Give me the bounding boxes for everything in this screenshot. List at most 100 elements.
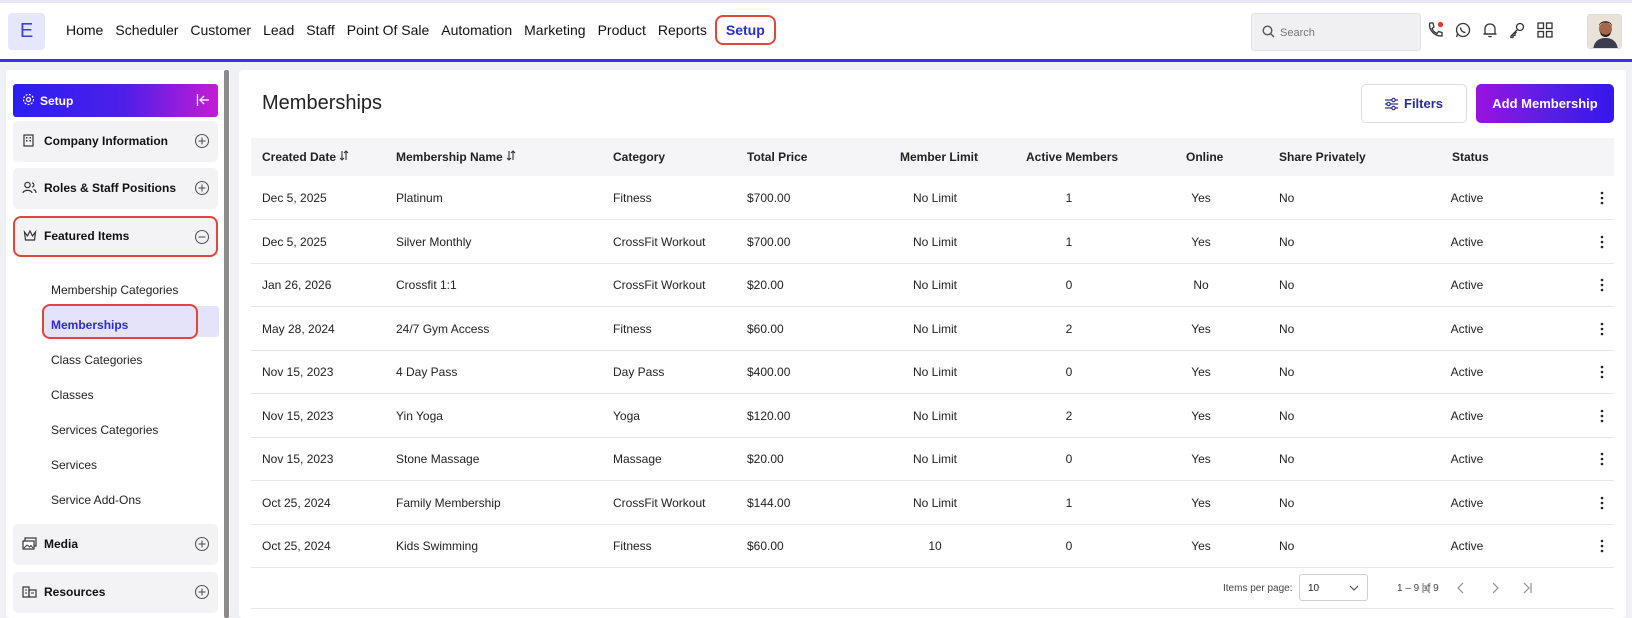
sidebar-item-service-add-ons[interactable]: Service Add-Ons — [51, 493, 141, 507]
expand-plus-icon[interactable] — [194, 180, 210, 196]
nav-item-setup[interactable]: Setup — [714, 15, 776, 45]
table-row[interactable]: Oct 25, 2024 Family Membership CrossFit Wo… — [251, 482, 1614, 525]
row-actions-icon[interactable] — [1598, 452, 1606, 466]
cell-created-date: Nov 15, 2023 — [262, 408, 334, 423]
sidebar-item-class-categories[interactable]: Class Categories — [51, 353, 142, 367]
cell-member-limit: No Limit — [912, 234, 958, 249]
table-row[interactable]: Nov 15, 2023 4 Day Pass Day Pass $400.00 No … — [251, 351, 1614, 394]
nav-item-scheduler[interactable]: Scheduler — [109, 15, 184, 45]
phone-icon[interactable] — [1426, 21, 1448, 43]
row-actions-icon[interactable] — [1598, 496, 1606, 510]
filters-label: Filters — [1404, 96, 1444, 111]
nav-item-customer[interactable]: Customer — [184, 15, 257, 45]
table-row[interactable]: Dec 5, 2025 Platinum Fitness $700.00 No Limi… — [251, 177, 1614, 220]
nav-item-lead[interactable]: Lead — [257, 15, 300, 45]
sidebar-section-resources[interactable]: Resources — [13, 572, 218, 613]
sidebar-scrollbar[interactable] — [224, 70, 229, 618]
collapse-sidebar-icon[interactable] — [196, 93, 210, 107]
cell-status: Active — [1450, 321, 1484, 336]
page-title: Memberships — [262, 92, 383, 114]
cell-share-privately: No — [1279, 495, 1295, 510]
nav-item-reports[interactable]: Reports — [652, 15, 713, 45]
media-icon — [22, 537, 37, 550]
search-input[interactable] — [1280, 23, 1410, 43]
nav-item-point-of-sale[interactable]: Point Of Sale — [341, 15, 436, 45]
cell-member-limit: No Limit — [912, 365, 958, 379]
cell-share-privately: No — [1279, 321, 1295, 336]
sidebar-item-services[interactable]: Services — [51, 458, 97, 472]
cell-status: Active — [1450, 408, 1484, 423]
user-avatar[interactable] — [1587, 14, 1622, 49]
column-header-membership-name[interactable]: Membership Name — [396, 150, 516, 164]
next-page-icon[interactable] — [1487, 580, 1503, 596]
sidebar-section-featured-items[interactable]: Featured Items — [13, 216, 218, 257]
row-actions-icon[interactable] — [1598, 322, 1606, 336]
cell-active-members: 0 — [1065, 539, 1073, 553]
table-row[interactable]: Nov 15, 2023 Yin Yoga Yoga $120.00 No Limit 2… — [251, 395, 1614, 438]
cell-member-limit: 10 — [928, 539, 942, 553]
add-membership-button[interactable]: Add Membership — [1476, 84, 1614, 123]
collapse-minus-icon[interactable] — [194, 229, 210, 245]
table-row[interactable]: May 28, 2024 24/7 Gym Access Fitness $60.00… — [251, 308, 1614, 351]
cell-created-date: Dec 5, 2025 — [262, 234, 327, 249]
last-page-icon[interactable] — [1519, 580, 1535, 596]
key-icon[interactable] — [1508, 21, 1530, 43]
sidebar-section-label: Roles & Staff Positions — [44, 181, 177, 195]
row-actions-icon[interactable] — [1598, 539, 1606, 553]
cell-share-privately: No — [1279, 234, 1295, 249]
first-page-icon[interactable] — [1419, 580, 1435, 596]
table-row[interactable]: Jan 26, 2026 Crossfit 1:1 CrossFit Workout… — [251, 264, 1614, 307]
cell-share-privately: No — [1279, 452, 1295, 466]
nav-item-automation[interactable]: Automation — [435, 15, 518, 45]
row-actions-icon[interactable] — [1598, 278, 1606, 292]
cell-status: Active — [1450, 278, 1484, 292]
nav-item-product[interactable]: Product — [592, 15, 652, 45]
bell-icon[interactable] — [1481, 21, 1503, 43]
expand-plus-icon[interactable] — [194, 133, 210, 149]
nav-item-home[interactable]: Home — [60, 15, 109, 45]
app-logo[interactable]: E — [8, 13, 45, 50]
cell-category: Fitness — [613, 191, 652, 205]
sort-icon[interactable] — [339, 150, 349, 161]
sidebar-item-classes[interactable]: Classes — [51, 388, 94, 402]
sidebar-header-label: Setup — [40, 94, 74, 108]
sidebar-section-company-information[interactable]: Company Information — [13, 121, 218, 162]
table-row[interactable]: Dec 5, 2025 Silver Monthly CrossFit Workou… — [251, 221, 1614, 264]
cell-status: Active — [1450, 365, 1484, 379]
cell-membership-name: Family Membership — [396, 495, 501, 510]
cell-total-price: $700.00 — [747, 234, 791, 249]
cell-online: Yes — [1191, 321, 1211, 336]
cell-created-date: Nov 15, 2023 — [262, 365, 334, 379]
cell-status: Active — [1450, 539, 1484, 553]
sidebar-item-services-categories[interactable]: Services Categories — [51, 423, 158, 437]
users-icon — [22, 181, 37, 194]
search-box[interactable] — [1251, 13, 1421, 51]
table-row[interactable]: Oct 25, 2024 Kids Swimming Fitness $60.00 10… — [251, 525, 1614, 568]
apps-grid-icon[interactable] — [1536, 21, 1558, 43]
nav-item-staff[interactable]: Staff — [300, 15, 341, 45]
items-per-page-select[interactable]: 10 — [1299, 574, 1368, 601]
sort-icon[interactable] — [506, 150, 516, 161]
column-header-created-date[interactable]: Created Date — [262, 150, 349, 164]
previous-page-icon[interactable] — [1453, 580, 1469, 596]
column-header-category: Category — [613, 150, 666, 164]
top-bar: E Home Scheduler Customer Lead Staff Point Of… — [0, 0, 1632, 62]
row-actions-icon[interactable] — [1598, 365, 1606, 379]
expand-plus-icon[interactable] — [194, 584, 210, 600]
cell-active-members: 1 — [1065, 234, 1073, 249]
sidebar-section-media[interactable]: Media — [13, 524, 218, 565]
row-actions-icon[interactable] — [1598, 191, 1606, 205]
cell-created-date: May 28, 2024 — [262, 321, 335, 336]
sidebar-section-roles-staff-positions[interactable]: Roles & Staff Positions — [13, 168, 218, 209]
nav-item-marketing[interactable]: Marketing — [518, 15, 591, 45]
whatsapp-icon[interactable] — [1454, 21, 1476, 43]
row-actions-icon[interactable] — [1598, 409, 1606, 423]
sidebar-item-membership-categories[interactable]: Membership Categories — [51, 283, 178, 297]
cell-membership-name: Silver Monthly — [396, 234, 472, 249]
filters-button[interactable]: Filters — [1361, 84, 1467, 123]
expand-plus-icon[interactable] — [194, 536, 210, 552]
sidebar-item-memberships[interactable]: Memberships — [51, 318, 128, 332]
table-row[interactable]: Nov 15, 2023 Stone Massage Massage $20.00 No… — [251, 438, 1614, 481]
row-actions-icon[interactable] — [1598, 235, 1606, 249]
cell-active-members: 2 — [1065, 408, 1073, 423]
